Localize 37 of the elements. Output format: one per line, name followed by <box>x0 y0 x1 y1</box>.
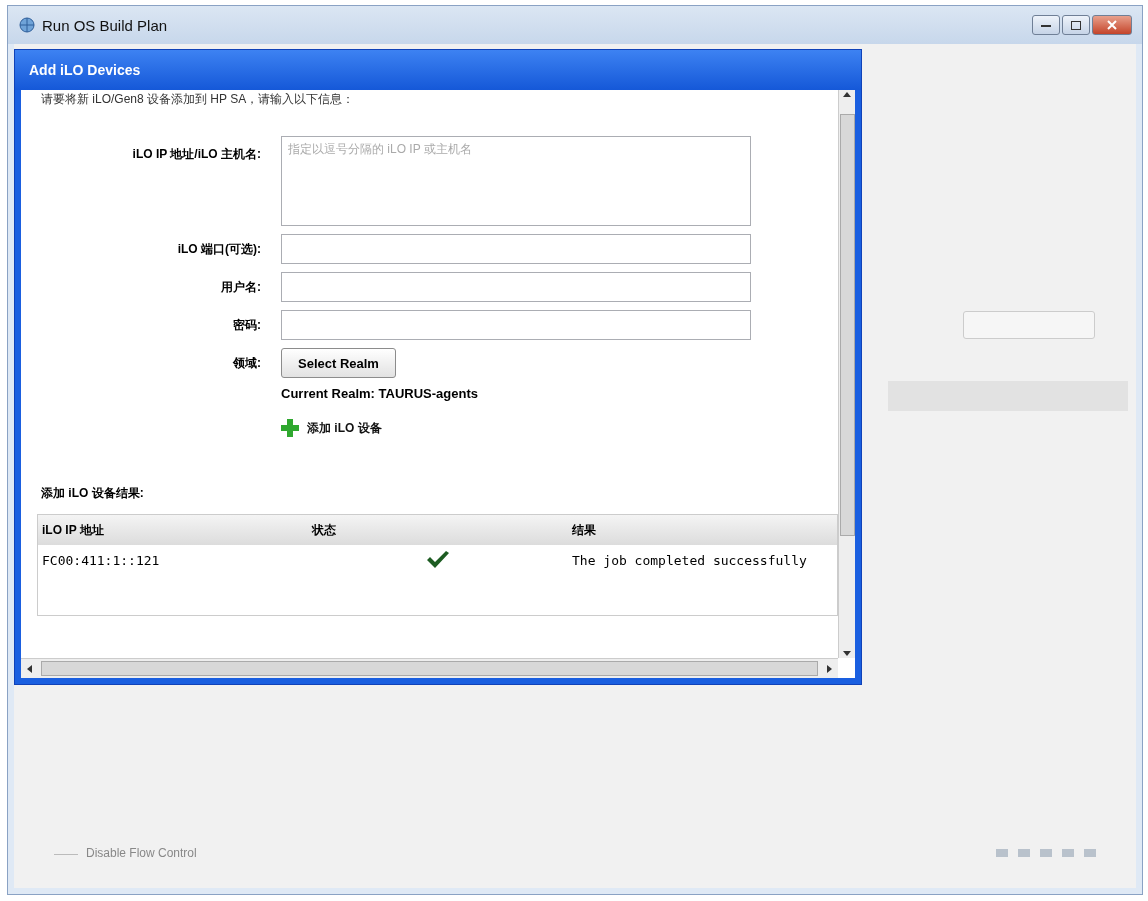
globe-icon <box>18 17 36 33</box>
field-label: 密码: <box>232 316 261 334</box>
checkbox[interactable] <box>54 851 78 855</box>
scroll-down-icon[interactable] <box>842 648 852 658</box>
scroll-right-icon[interactable] <box>824 663 834 674</box>
results-title: 添加 iLO 设备结果: <box>41 485 145 502</box>
field-label: iLO 端口(可选): <box>176 240 261 258</box>
current-realm-text: Current Realm: TAURUS-agents <box>281 386 479 401</box>
instruction-text: 请要将新 iLO/Gen8 设备添加到 HP SA，请输入以下信息： <box>41 92 356 106</box>
window-title: Run OS Build Plan <box>42 16 168 34</box>
table-cell-text: The job completed successfully <box>571 552 808 568</box>
close-button[interactable] <box>1092 15 1132 35</box>
input-field[interactable] <box>281 234 751 264</box>
input-field[interactable] <box>281 272 751 302</box>
select-realm-button[interactable]: Select Realm <box>281 348 396 378</box>
maximize-icon <box>1071 20 1081 30</box>
field-label: 用户名: <box>220 278 261 296</box>
checkbox-label: Disable Flow Control <box>86 846 197 860</box>
dialog-title: Add iLO Devices <box>15 50 861 90</box>
table-cell-text: FC00:411:1::121 <box>41 552 161 568</box>
close-icon <box>1107 20 1117 30</box>
field-label: iLO IP 地址/iLO 主机名: <box>131 146 261 163</box>
input-field[interactable]: 指定以逗号分隔的 iLO IP 或主机名 <box>281 136 751 226</box>
password-field[interactable] <box>281 310 751 340</box>
add-device-label[interactable]: 添加 iLO 设备 <box>307 419 382 437</box>
add-device-link[interactable]: 添加 iLO 设备 <box>281 419 751 437</box>
field-label: 领域: <box>231 354 261 372</box>
scroll-left-icon[interactable] <box>25 663 35 674</box>
column-header: 结果 <box>571 521 597 539</box>
column-header: 状态 <box>310 521 337 539</box>
maximize-button[interactable] <box>1062 15 1090 35</box>
plus-icon <box>281 419 299 437</box>
vertical-scrollbar[interactable] <box>838 90 855 658</box>
horizontal-scrollbar[interactable] <box>21 658 838 678</box>
minimize-button[interactable] <box>1032 15 1060 35</box>
minimize-icon <box>1041 23 1051 27</box>
column-header: iLO IP 地址 <box>41 521 105 539</box>
